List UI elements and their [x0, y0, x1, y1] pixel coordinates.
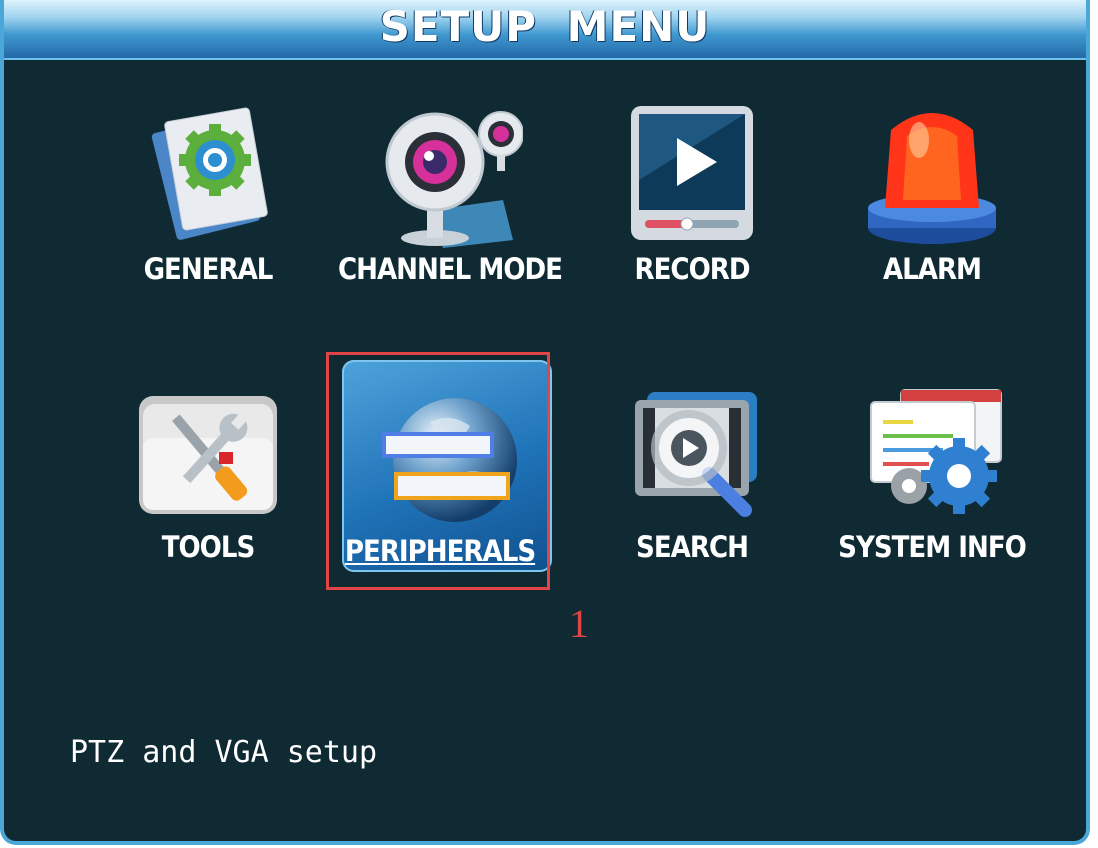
annotation-number: 1: [569, 601, 589, 646]
menu-item-system-info[interactable]: SYSTEM INFO: [822, 378, 1042, 578]
menu-item-tools[interactable]: TOOLS: [98, 378, 318, 578]
menu-item-general[interactable]: GENERAL: [98, 100, 318, 300]
magnifier-film-icon: [635, 392, 757, 517]
menu-item-label: RECORD: [634, 252, 751, 286]
menu-item-label: CHANNEL MODE: [338, 252, 563, 286]
siren-light-icon: [868, 113, 996, 244]
webcam-icon: [385, 111, 523, 248]
menu-item-label: TOOLS: [161, 530, 256, 564]
menu-item-label: GENERAL: [143, 252, 274, 286]
status-description: PTZ and VGA setup: [70, 735, 378, 770]
play-video-icon: [631, 106, 753, 240]
wrench-screwdriver-icon: [139, 396, 277, 514]
gear-document-icon: [151, 107, 268, 240]
menu-item-record[interactable]: RECORD: [582, 100, 802, 300]
window-title: SETUP MENU: [379, 2, 711, 51]
annotation-highlight-box: [326, 352, 550, 590]
menu-item-label: ALARM: [882, 252, 982, 286]
title-bar: SETUP MENU: [4, 0, 1086, 60]
gears-window-icon: [870, 389, 1002, 514]
menu-item-search[interactable]: SEARCH: [582, 378, 802, 578]
menu-item-label: SEARCH: [636, 530, 749, 564]
menu-item-alarm[interactable]: ALARM: [822, 100, 1042, 300]
menu-item-label: SYSTEM INFO: [838, 530, 1027, 564]
menu-item-channel-mode[interactable]: CHANNEL MODE: [338, 100, 563, 300]
